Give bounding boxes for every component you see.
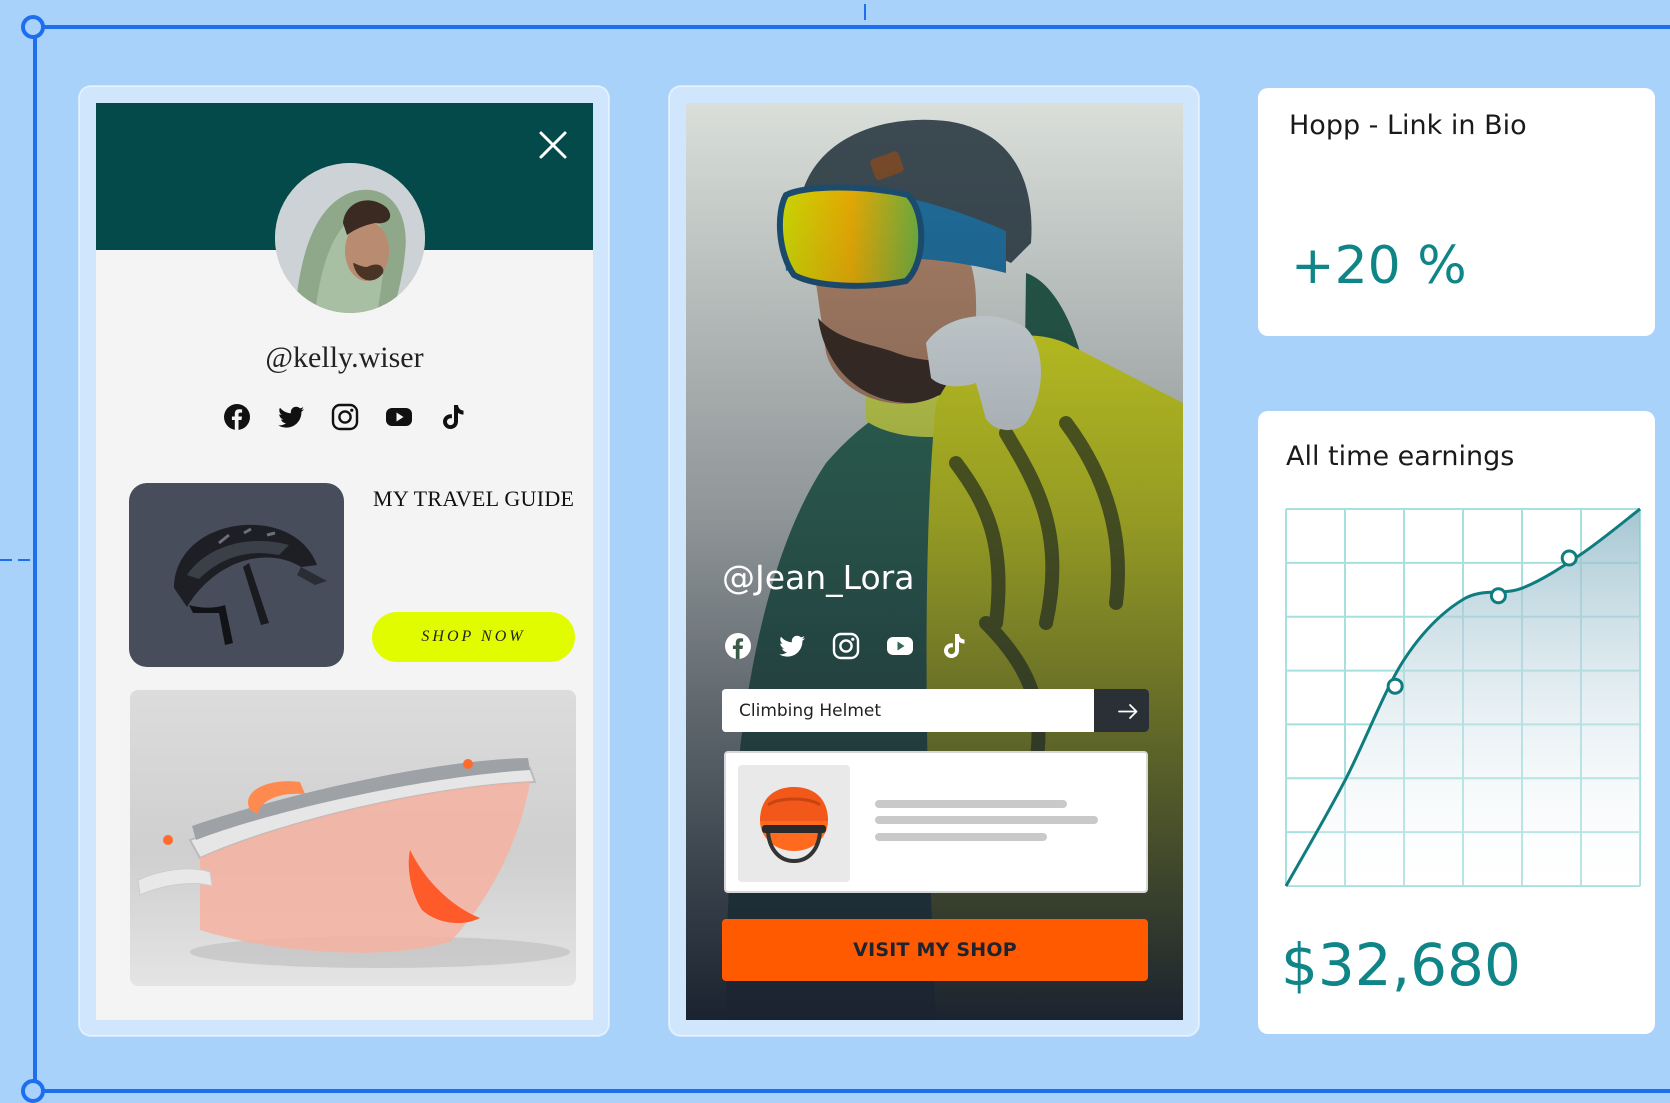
travel-guide-title: MY TRAVEL GUIDE bbox=[373, 486, 575, 511]
profile-handle: @Jean_Lora bbox=[722, 558, 915, 597]
chart-data-point bbox=[1489, 587, 1507, 605]
product-text-placeholder-line bbox=[875, 816, 1098, 824]
close-icon[interactable] bbox=[535, 127, 571, 163]
climbing-helmet-image bbox=[738, 765, 850, 882]
stat-label: Hopp - Link in Bio bbox=[1289, 110, 1527, 141]
twitter-icon[interactable] bbox=[277, 403, 305, 431]
instagram-icon[interactable] bbox=[331, 403, 359, 431]
youtube-icon[interactable] bbox=[385, 403, 413, 431]
product-result-card[interactable] bbox=[724, 751, 1148, 893]
bike-helmet-product-image[interactable] bbox=[129, 483, 344, 667]
tiktok-icon[interactable] bbox=[439, 403, 467, 431]
top-left-guide-handle[interactable] bbox=[21, 15, 45, 39]
bike-helmet-illustration bbox=[174, 524, 327, 645]
top-guide-line bbox=[35, 25, 1670, 29]
stat-value: $32,680 bbox=[1281, 931, 1521, 999]
left-mid-tick-1 bbox=[0, 559, 12, 561]
left-mid-tick-2 bbox=[18, 559, 30, 561]
earnings-stat-card: All time earnings $32,680 bbox=[1258, 411, 1655, 1034]
facebook-icon[interactable] bbox=[724, 632, 752, 660]
top-center-tick bbox=[864, 4, 866, 20]
avatar-portrait-image bbox=[275, 163, 425, 313]
profile-page-kelly: @kelly.wiser MY TRAVEL GUIDE SHOP NOW bbox=[96, 103, 593, 1020]
tiktok-icon[interactable] bbox=[940, 632, 968, 660]
stat-value: +20 % bbox=[1291, 236, 1467, 296]
profile-page-jean: @Jean_Lora Climbing Helmet VISIT MY SHOP bbox=[686, 103, 1183, 1020]
social-links bbox=[96, 403, 593, 431]
search-input[interactable] bbox=[722, 689, 1092, 732]
chart-data-point bbox=[1386, 677, 1404, 695]
earnings-area-chart bbox=[1284, 507, 1641, 887]
product-text-placeholder-line bbox=[875, 800, 1067, 808]
product-text-placeholder-line bbox=[875, 833, 1047, 841]
instagram-icon[interactable] bbox=[832, 632, 860, 660]
link-in-bio-stat-card: Hopp - Link in Bio +20 % bbox=[1258, 88, 1655, 336]
search-submit-button[interactable] bbox=[1094, 689, 1149, 732]
visit-my-shop-button[interactable]: VISIT MY SHOP bbox=[722, 919, 1148, 981]
sport-sunglasses-illustration bbox=[137, 758, 570, 968]
product-search-bar bbox=[722, 689, 1149, 732]
avatar[interactable] bbox=[275, 163, 425, 313]
bottom-guide-line bbox=[35, 1089, 1670, 1093]
sport-sunglasses-image[interactable] bbox=[130, 690, 576, 986]
social-links bbox=[724, 632, 968, 660]
profile-card-kelly: @kelly.wiser MY TRAVEL GUIDE SHOP NOW bbox=[79, 86, 609, 1036]
bottom-left-guide-handle[interactable] bbox=[21, 1079, 45, 1103]
profile-handle: @kelly.wiser bbox=[265, 341, 424, 374]
left-guide-line bbox=[33, 27, 37, 1092]
arrow-right-icon bbox=[1118, 704, 1138, 719]
twitter-icon[interactable] bbox=[778, 632, 806, 660]
climbing-helmet-illustration bbox=[760, 787, 828, 864]
facebook-icon[interactable] bbox=[223, 403, 251, 431]
stat-label: All time earnings bbox=[1286, 441, 1515, 472]
youtube-icon[interactable] bbox=[886, 632, 914, 660]
chart-data-point bbox=[1560, 549, 1578, 567]
shop-now-button[interactable]: SHOP NOW bbox=[372, 612, 575, 662]
profile-card-jean: @Jean_Lora Climbing Helmet VISIT MY SHOP bbox=[669, 86, 1199, 1036]
